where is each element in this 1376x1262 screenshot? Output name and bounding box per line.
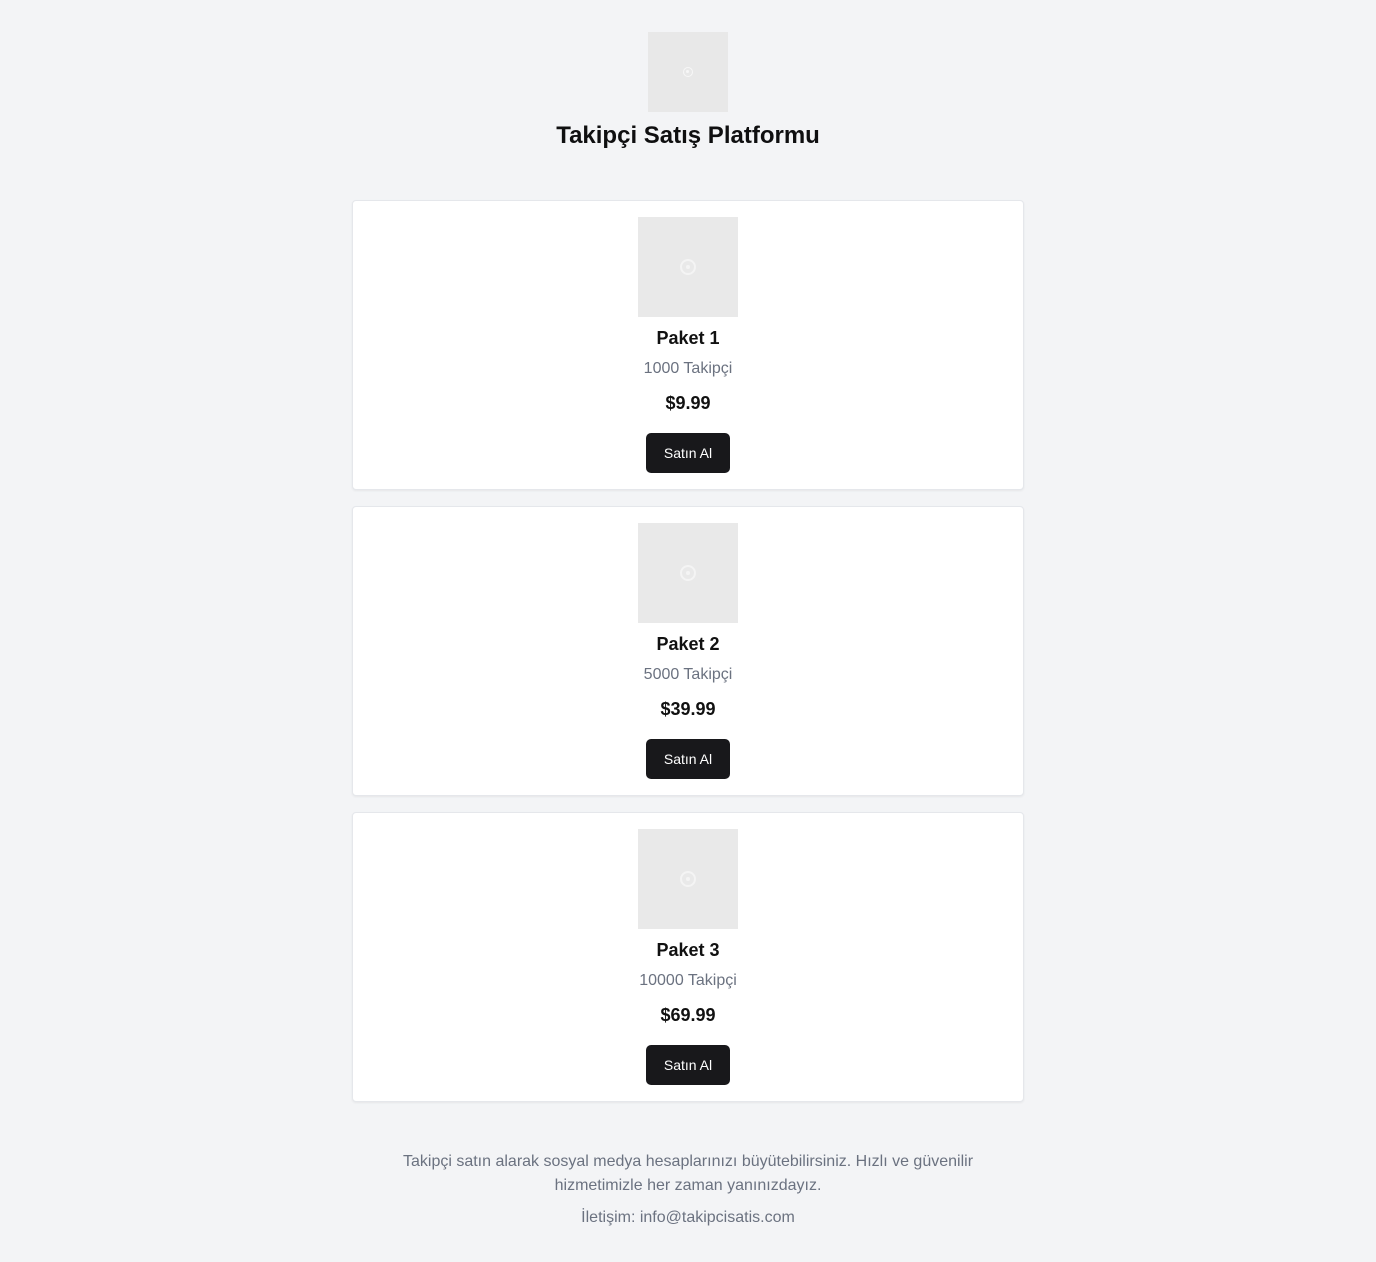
package-followers: 10000 Takipçi bbox=[639, 972, 737, 989]
image-placeholder-icon bbox=[680, 259, 696, 275]
package-name: Paket 2 bbox=[656, 634, 720, 654]
package-card: Paket 3 10000 Takipçi $69.99 Satın Al bbox=[352, 812, 1024, 1102]
buy-button[interactable]: Satın Al bbox=[646, 1045, 730, 1085]
package-card: Paket 2 5000 Takipçi $39.99 Satın Al bbox=[352, 506, 1024, 796]
image-placeholder-icon bbox=[680, 871, 696, 887]
logo-image bbox=[648, 32, 728, 112]
package-image bbox=[638, 217, 738, 317]
package-followers: 1000 Takipçi bbox=[643, 360, 733, 377]
package-image bbox=[638, 829, 738, 929]
package-name: Paket 3 bbox=[656, 940, 720, 960]
package-image bbox=[638, 523, 738, 623]
footer-description: Takipçi satın alarak sosyal medya hesapl… bbox=[402, 1153, 974, 1194]
buy-button[interactable]: Satın Al bbox=[646, 433, 730, 473]
page-footer: Takipçi satın alarak sosyal medya hesapl… bbox=[0, 1150, 1376, 1230]
package-followers: 5000 Takipçi bbox=[643, 666, 733, 683]
image-placeholder-icon bbox=[683, 67, 693, 77]
package-name: Paket 1 bbox=[656, 328, 720, 348]
package-price: $39.99 bbox=[660, 699, 716, 719]
package-price: $69.99 bbox=[660, 1005, 716, 1025]
page-title: Takipçi Satış Platformu bbox=[556, 122, 820, 149]
footer-contact: İletişim: info@takipcisatis.com bbox=[581, 1209, 795, 1226]
package-card: Paket 1 1000 Takipçi $9.99 Satın Al bbox=[352, 200, 1024, 490]
package-price: $9.99 bbox=[665, 393, 711, 413]
buy-button[interactable]: Satın Al bbox=[646, 739, 730, 779]
page-header: Takipçi Satış Platformu bbox=[0, 0, 1376, 180]
image-placeholder-icon bbox=[680, 565, 696, 581]
